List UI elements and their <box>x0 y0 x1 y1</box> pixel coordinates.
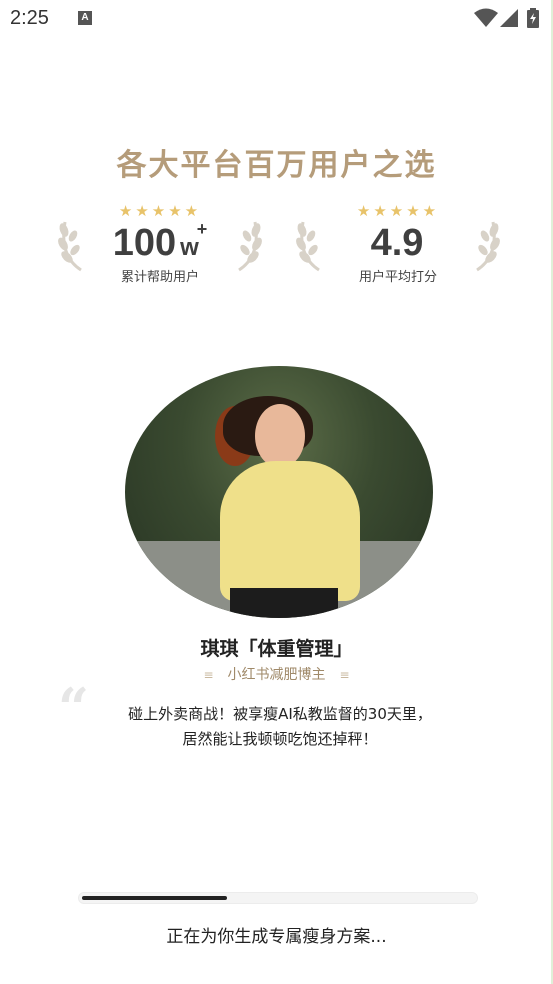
decor-lines-icon: ≡ <box>203 668 214 682</box>
status-time: 2:25 <box>10 7 49 29</box>
star-rating-icon: ★★★★★ <box>118 202 202 220</box>
stat-average-rating: ★★★★★ 4.9 用户平均打分 <box>293 200 503 290</box>
testimonial-photo <box>125 366 433 618</box>
testimonial-role-label: 小红书减肥博主 <box>227 667 326 683</box>
progress-bar <box>78 892 478 904</box>
wifi-icon <box>474 8 498 27</box>
stat-users-helped: ★★★★★ 100 w+ 累计帮助用户 <box>55 200 265 290</box>
signal-icon <box>500 9 518 27</box>
stat-plus: + <box>196 219 208 239</box>
progress-fill <box>82 896 227 900</box>
quote-line: 碰上外卖商战！被享瘦AI私教监督的30天里， <box>128 705 432 723</box>
star-rating-icon: ★★★★★ <box>356 202 440 220</box>
stat-label: 累计帮助用户 <box>120 270 199 285</box>
loading-text: 正在为你生成专属瘦身方案... <box>166 927 387 947</box>
stat-number: 100 <box>112 222 177 264</box>
decor-lines-icon: ≡ <box>339 668 350 682</box>
battery-icon <box>527 8 539 28</box>
testimonial-name: 琪琪「体重管理」 <box>200 638 353 660</box>
stat-value: 4.9 <box>293 222 503 265</box>
stat-value: 100 w+ <box>55 219 265 265</box>
stat-number: 4.9 <box>370 222 424 264</box>
notification-a-icon: A <box>78 11 92 25</box>
stat-label: 用户平均打分 <box>358 270 437 285</box>
headline: 各大平台百万用户之选 <box>116 148 437 183</box>
stat-unit: w <box>180 234 199 261</box>
status-bar: 2:25 A <box>0 0 553 40</box>
quote-line: 居然能让我顿顿吃饱还掉秤！ <box>182 730 378 748</box>
testimonial-quote: 碰上外卖商战！被享瘦AI私教监督的30天里， 居然能让我顿顿吃饱还掉秤！ <box>80 702 480 752</box>
